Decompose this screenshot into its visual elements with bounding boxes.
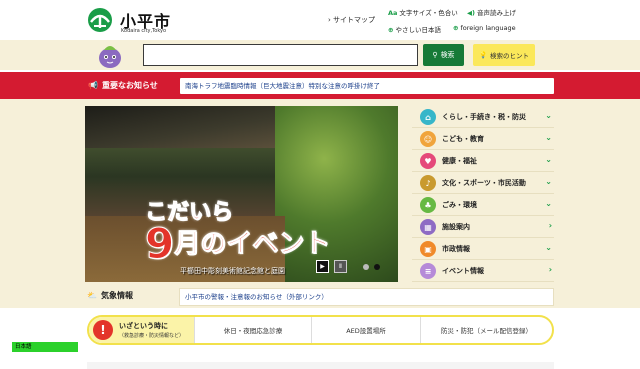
- chevron-down-icon: ⌄: [545, 243, 552, 252]
- leaf-icon: ♣: [420, 197, 436, 213]
- menu-item-health[interactable]: ♥ 健康・福祉 ⌄: [412, 150, 554, 172]
- search-hint-button[interactable]: 💡 検索のヒント: [473, 44, 535, 66]
- mascot-icon: [95, 42, 125, 70]
- easy-japanese-link[interactable]: ⊕ やさしい日本語: [388, 24, 441, 34]
- chevron-down-icon: ⌄: [545, 111, 552, 120]
- event-icon: ≡: [420, 263, 436, 279]
- holiday-clinic-link[interactable]: 休日・夜間応急診療: [194, 317, 311, 343]
- menu-item-living[interactable]: ⌂ くらし・手続き・税・防災 ⌄: [412, 106, 554, 128]
- search-button[interactable]: ⚲ 検索: [423, 44, 464, 66]
- chevron-down-icon: ⌄: [545, 199, 552, 208]
- category-menu: ⌂ くらし・手続き・税・防災 ⌄ ☺ こども・教育 ⌄ ♥ 健康・福祉 ⌄ ♪ 文化・スポーツ…: [412, 106, 554, 282]
- pause-button[interactable]: Ⅱ: [334, 260, 347, 273]
- emergency-subtitle: （救急診療・防災情報など）: [119, 333, 185, 339]
- menu-item-facilities[interactable]: ▦ 施設案内 ›: [412, 216, 554, 238]
- chevron-down-icon: ⌄: [545, 177, 552, 186]
- megaphone-icon: 📢: [88, 81, 98, 90]
- language-badge[interactable]: 日本語: [12, 342, 78, 352]
- lightbulb-icon: 💡: [478, 51, 488, 59]
- foreign-language-link[interactable]: ⊕ foreign language: [453, 24, 516, 32]
- hero-roof: [85, 106, 275, 148]
- play-button[interactable]: ▶: [316, 260, 329, 273]
- menu-item-events[interactable]: ≡ イベント情報 ›: [412, 260, 554, 282]
- slide-dot[interactable]: [363, 264, 369, 270]
- chevron-right-icon: ›: [328, 16, 331, 24]
- menu-item-city-info[interactable]: ▣ 市政情報 ⌄: [412, 238, 554, 260]
- slide-dot-active[interactable]: [374, 264, 380, 270]
- menu-item-culture[interactable]: ♪ 文化・スポーツ・市民活動 ⌄: [412, 172, 554, 194]
- chevron-down-icon: ⌄: [545, 155, 552, 164]
- weather-cloud-icon: ⛅: [87, 291, 97, 300]
- city-icon: ▣: [420, 241, 436, 257]
- emergency-title: いざという時に: [119, 322, 168, 330]
- emergency-header: ! いざという時に （救急診療・防災情報など）: [89, 317, 194, 343]
- aed-location-link[interactable]: AED設置場所: [311, 317, 420, 343]
- text-size-link[interactable]: Aa 文字サイズ・色合い: [388, 7, 458, 17]
- building-icon: ▦: [420, 219, 436, 235]
- menu-item-children[interactable]: ☺ こども・教育 ⌄: [412, 128, 554, 150]
- next-section-strip: [87, 362, 554, 369]
- menu-item-environment[interactable]: ♣ ごみ・環境 ⌄: [412, 194, 554, 216]
- chevron-right-icon: ›: [548, 221, 552, 230]
- notice-label: 📢 重要なお知らせ: [88, 81, 158, 90]
- search-icon: ⚲: [432, 51, 438, 59]
- heart-icon: ♥: [420, 153, 436, 169]
- notice-link[interactable]: 南海トラフ地震臨時情報（巨大地震注意）特別な注意の呼掛け終了: [180, 78, 554, 94]
- home-icon: ⌂: [420, 109, 436, 125]
- speaker-icon: ◀): [467, 9, 475, 17]
- chevron-down-icon: ⌄: [545, 133, 552, 142]
- hero-subtitle: 9月のイベント: [144, 219, 331, 269]
- weather-label: ⛅ 気象情報: [87, 291, 133, 300]
- globe-icon: ⊕: [453, 24, 459, 32]
- speech-link[interactable]: ◀) 音声読み上げ: [467, 7, 516, 17]
- sitemap-link[interactable]: › サイトマップ: [328, 15, 375, 25]
- chevron-right-icon: ›: [548, 265, 552, 274]
- exclamation-icon: !: [93, 320, 113, 340]
- search-input[interactable]: [143, 44, 418, 66]
- child-icon: ☺: [420, 131, 436, 147]
- hero-banner[interactable]: こだいら 9月のイベント 平櫛田中彫刻美術館記念館と庭園 ▶ Ⅱ: [85, 106, 398, 282]
- weather-link[interactable]: 小平市の警報・注意報のお知らせ（外部リンク）: [179, 288, 554, 306]
- city-emblem-icon[interactable]: [88, 8, 112, 32]
- culture-icon: ♪: [420, 175, 436, 191]
- disaster-mail-link[interactable]: 防災・防犯（メール配信登録）: [420, 317, 552, 343]
- city-sub: Kodaira city,Tokyo: [121, 28, 167, 34]
- hero-caption: 平櫛田中彫刻美術館記念館と庭園: [180, 267, 285, 275]
- text-size-icon: Aa: [388, 9, 398, 17]
- emergency-panel: ! いざという時に （救急診療・防災情報など） 休日・夜間応急診療 AED設置場…: [87, 315, 554, 345]
- globe-icon: ⊕: [388, 26, 394, 34]
